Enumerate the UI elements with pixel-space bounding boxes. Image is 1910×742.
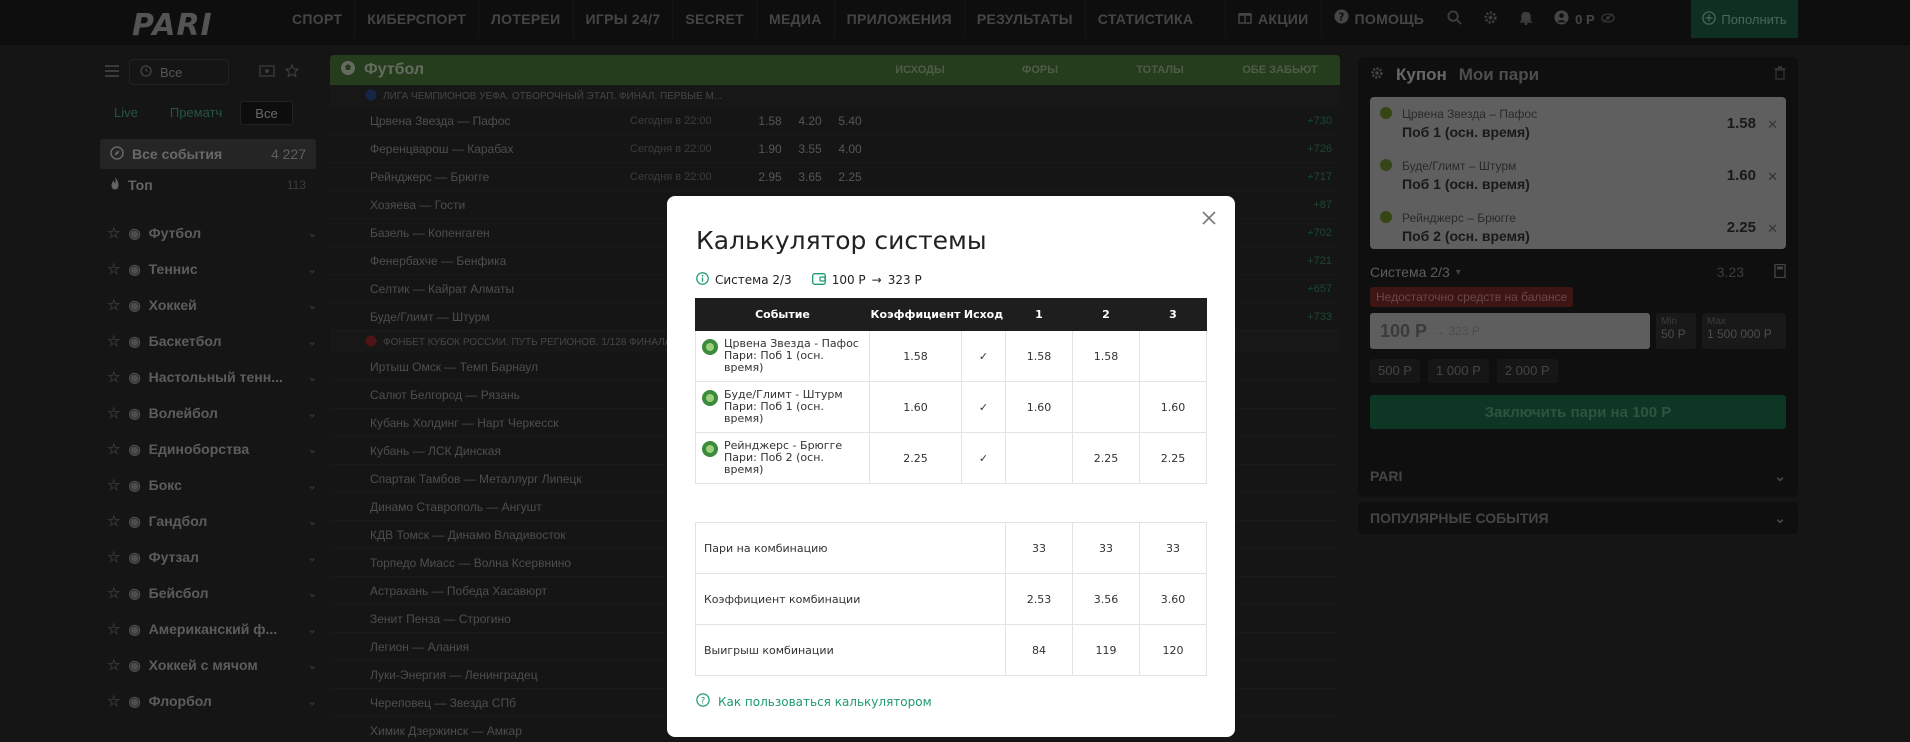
table-row: Пари на комбинацию 33 33 33 bbox=[695, 522, 1207, 574]
combo-cell bbox=[1139, 330, 1207, 382]
table-header-row: Событие Коэффициент Исход 1 2 3 bbox=[695, 298, 1207, 331]
system-label: Система 2/3 bbox=[715, 273, 792, 287]
combo-cell: 2.53 bbox=[1005, 573, 1073, 625]
table-row: Буде/Глимт - Штурм Пари: Поб 1 (осн. вре… bbox=[695, 381, 1207, 433]
football-icon bbox=[702, 441, 718, 457]
combo-cell: 2.25 bbox=[1139, 432, 1207, 484]
col-combo-1: 1 bbox=[1005, 298, 1073, 331]
coef-cell: 2.25 bbox=[869, 432, 962, 484]
check-icon: ✓ bbox=[961, 432, 1006, 484]
combo-cell: 33 bbox=[1139, 522, 1207, 574]
event-cell: Буде/Глимт - Штурм Пари: Поб 1 (осн. вре… bbox=[695, 381, 870, 433]
combo-label: Коэффициент комбинации bbox=[695, 573, 1006, 625]
combo-cell bbox=[1005, 432, 1073, 484]
combo-cell: 119 bbox=[1072, 624, 1140, 676]
event-name: Буде/Глимт - Штурм Пари: Поб 1 (осн. вре… bbox=[724, 388, 843, 425]
combo-label: Пари на комбинацию bbox=[695, 522, 1006, 574]
football-icon bbox=[702, 339, 718, 355]
payout-label: 323 Р bbox=[887, 273, 922, 287]
wallet-icon bbox=[811, 272, 826, 288]
col-combo-3: 3 bbox=[1139, 298, 1207, 331]
help-circle-icon: ? bbox=[696, 693, 710, 710]
event-name: Рейнджерс - Брюгге Пари: Поб 2 (осн. вре… bbox=[724, 439, 843, 476]
combo-cell: 3.60 bbox=[1139, 573, 1207, 625]
football-icon bbox=[702, 390, 718, 406]
check-icon: ✓ bbox=[961, 381, 1006, 433]
event-name: Црвена Звезда - Пафос Пари: Поб 1 (осн. … bbox=[724, 337, 859, 374]
col-coef: Коэффициент bbox=[869, 298, 962, 331]
stake-chip: 100 Р → 323 Р bbox=[811, 272, 922, 288]
combo-cell: 1.58 bbox=[1072, 330, 1140, 382]
svg-text:?: ? bbox=[701, 697, 706, 707]
check-icon: ✓ bbox=[961, 330, 1006, 382]
combo-label: Выигрыш комбинации bbox=[695, 624, 1006, 676]
close-button[interactable] bbox=[1197, 208, 1221, 232]
table-row: Црвена Звезда - Пафос Пари: Поб 1 (осн. … bbox=[695, 330, 1207, 382]
events-table: Событие Коэффициент Исход 1 2 3 Црвена З… bbox=[695, 298, 1207, 484]
coef-cell: 1.58 bbox=[869, 330, 962, 382]
combo-cell: 2.25 bbox=[1072, 432, 1140, 484]
event-cell: Рейнджерс - Брюгге Пари: Поб 2 (осн. вре… bbox=[695, 432, 870, 484]
combo-cell: 1.58 bbox=[1005, 330, 1073, 382]
stake-label: 100 Р bbox=[831, 273, 866, 287]
combo-cell: 84 bbox=[1005, 624, 1073, 676]
table-row: Коэффициент комбинации 2.53 3.56 3.60 bbox=[695, 573, 1207, 625]
col-event: Событие bbox=[695, 298, 870, 331]
combinations-table: Пари на комбинацию 33 33 33 Коэффициент … bbox=[695, 522, 1207, 676]
combo-cell bbox=[1072, 381, 1140, 433]
event-cell: Црвена Звезда - Пафос Пари: Поб 1 (осн. … bbox=[695, 330, 870, 382]
modal-summary: Система 2/3 100 Р → 323 Р bbox=[696, 272, 922, 288]
combo-cell: 33 bbox=[1005, 522, 1073, 574]
system-calculator-modal: Калькулятор системы Система 2/3 100 Р → … bbox=[667, 196, 1235, 737]
calculator-help-link[interactable]: ? Как пользоваться калькулятором bbox=[696, 693, 932, 710]
coef-cell: 1.60 bbox=[869, 381, 962, 433]
modal-title: Калькулятор системы bbox=[696, 226, 987, 255]
system-chip: Система 2/3 bbox=[696, 272, 792, 288]
combo-cell: 120 bbox=[1139, 624, 1207, 676]
arrow-right-icon: → bbox=[871, 273, 882, 287]
col-outcome: Исход bbox=[961, 298, 1006, 331]
info-icon bbox=[696, 272, 709, 288]
col-combo-2: 2 bbox=[1072, 298, 1140, 331]
combo-cell: 3.56 bbox=[1072, 573, 1140, 625]
help-link-label: Как пользоваться калькулятором bbox=[718, 694, 932, 709]
combo-cell: 1.60 bbox=[1005, 381, 1073, 433]
table-row: Рейнджерс - Брюгге Пари: Поб 2 (осн. вре… bbox=[695, 432, 1207, 484]
combo-cell: 1.60 bbox=[1139, 381, 1207, 433]
combo-cell: 33 bbox=[1072, 522, 1140, 574]
close-icon bbox=[1201, 210, 1217, 230]
table-row: Выигрыш комбинации 84 119 120 bbox=[695, 624, 1207, 676]
